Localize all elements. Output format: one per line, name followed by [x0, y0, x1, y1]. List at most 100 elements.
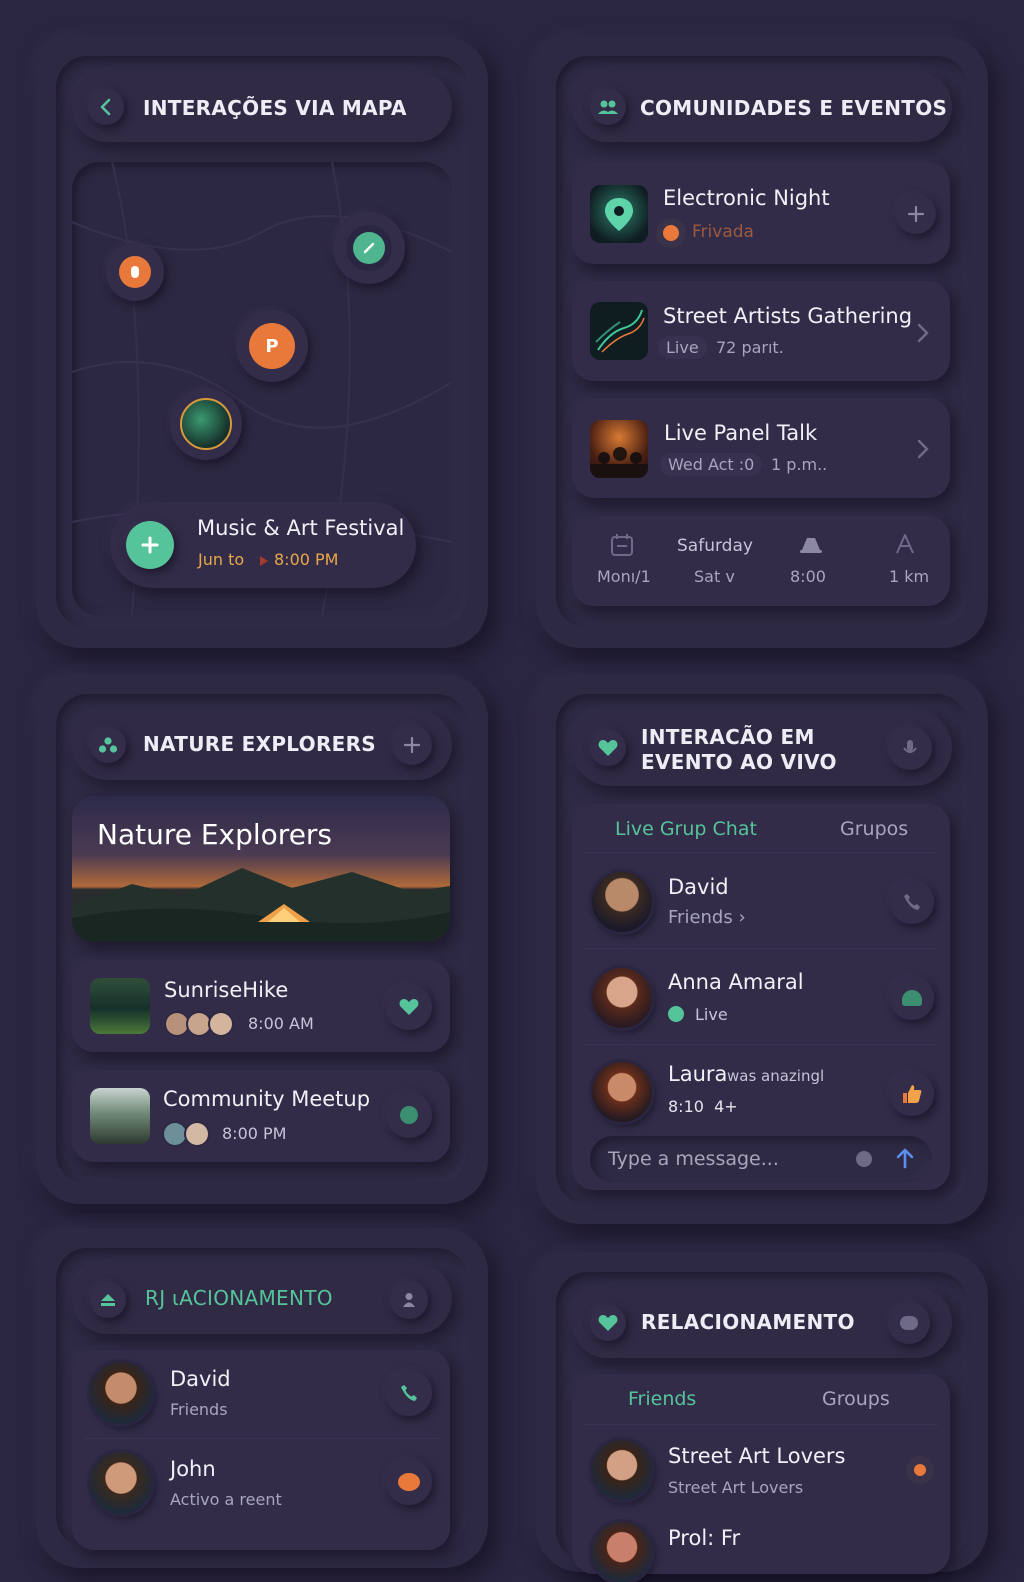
- calendar-icon[interactable]: [609, 532, 635, 558]
- event-date: Jun to: [198, 550, 245, 569]
- community-item-name: Live Panel Talk: [664, 421, 818, 445]
- street-artists-thumbnail: [590, 302, 648, 360]
- map-panel-title: INTERAÇÕES VIA MAPA: [143, 96, 407, 120]
- chat-bubble-icon: [902, 990, 922, 1006]
- community-item-name: Electronic Night: [663, 186, 830, 210]
- unread-dot: [906, 1456, 934, 1484]
- phone-icon: [904, 894, 920, 910]
- clock-icon[interactable]: [798, 532, 824, 554]
- tab-groups[interactable]: Grupos: [840, 818, 908, 840]
- eject-icon: [101, 1294, 115, 1306]
- date-separator-icon: [260, 556, 268, 566]
- community-item-name: Street Artists Gathering: [663, 304, 913, 328]
- contact-subtitle: Activo a reent: [170, 1490, 282, 1509]
- tab-friends[interactable]: Friends: [628, 1388, 696, 1410]
- tab-groups[interactable]: Groups: [822, 1388, 890, 1410]
- live-panel-title-line2: EVENTO AO VIVO: [641, 750, 837, 774]
- chat-bubble-icon: [900, 1316, 918, 1330]
- participant-avatar: [188, 1013, 210, 1035]
- chat-subtitle[interactable]: Friends ›: [668, 907, 746, 928]
- plus-icon: [404, 737, 420, 753]
- participant-avatar: [166, 1013, 188, 1035]
- brush-icon: [353, 232, 385, 264]
- map-pin-parking[interactable]: P: [236, 310, 308, 382]
- chat-name: David: [668, 875, 729, 899]
- banner-title: Nature Explorers: [97, 818, 333, 851]
- electronic-night-thumbnail: [590, 185, 648, 243]
- nature-banner[interactable]: Nature Explorers: [72, 796, 450, 942]
- join-button[interactable]: [896, 194, 936, 234]
- avatar: [90, 1452, 152, 1514]
- chat-button[interactable]: [890, 976, 934, 1020]
- reaction-button[interactable]: [890, 1072, 934, 1116]
- send-arrow-icon[interactable]: [896, 1147, 914, 1169]
- info-day-label: Safurday: [677, 536, 753, 556]
- avatar: [90, 1362, 152, 1424]
- crowd-icon: [590, 447, 648, 478]
- status-button[interactable]: [386, 1092, 432, 1138]
- emoji-dot-icon[interactable]: [856, 1151, 872, 1167]
- live-panel-title-line1: INTERACÃO EM: [641, 725, 815, 749]
- back-button[interactable]: [88, 89, 124, 125]
- favorite-button[interactable]: [590, 1305, 626, 1341]
- microphone-button[interactable]: [888, 726, 932, 770]
- crowd-photo-icon: [180, 398, 232, 450]
- distance-icon[interactable]: [894, 532, 916, 556]
- participant-avatar: [210, 1013, 232, 1035]
- avatar: [592, 1440, 652, 1500]
- profile-button[interactable]: [90, 1282, 126, 1318]
- event-card[interactable]: Music & Art Festival Jun to 8:00 PM: [110, 502, 416, 588]
- plus-icon: [141, 536, 159, 554]
- like-button[interactable]: [386, 984, 432, 1030]
- map-pin-green[interactable]: [333, 212, 405, 284]
- event-date-badge: Wed Act :0: [660, 453, 763, 476]
- event-info-bar: [572, 516, 950, 606]
- info-distance-value: 1 km: [889, 567, 930, 586]
- chat-subtitle: Live: [695, 1005, 728, 1024]
- chat-meta: 8:10 4+: [668, 1097, 738, 1116]
- favorite-button[interactable]: [590, 730, 626, 766]
- paint-swirl-icon: [595, 309, 645, 353]
- map-pin-photo[interactable]: [170, 388, 242, 460]
- call-button[interactable]: [890, 880, 934, 924]
- private-status-dot: [656, 218, 686, 248]
- microphone-icon: [903, 740, 917, 753]
- tabs-divider: [584, 1424, 938, 1425]
- contact-subtitle: Friends: [170, 1400, 228, 1419]
- heart-icon: [598, 1315, 618, 1331]
- map-pin-orange[interactable]: [106, 243, 164, 301]
- chevron-right-icon[interactable]: [916, 322, 930, 344]
- chevron-right-icon[interactable]: [916, 438, 930, 460]
- community-meetup-thumbnail: [90, 1088, 150, 1144]
- info-day-value[interactable]: Sat v: [694, 567, 735, 586]
- contact-name: David: [170, 1367, 231, 1391]
- heart-icon: [399, 999, 419, 1015]
- contact-name: John: [170, 1457, 216, 1481]
- group-subtitle: Street Art Lovers: [668, 1478, 804, 1497]
- group-button[interactable]: [90, 727, 126, 763]
- parking-icon: P: [249, 323, 295, 369]
- plus-icon: [908, 206, 924, 222]
- add-event-button[interactable]: [126, 521, 174, 569]
- chat-name: Anna Amaral: [668, 970, 804, 994]
- nature-item-name: SunriseHike: [164, 978, 289, 1002]
- message-input-placeholder[interactable]: Type a message...: [608, 1148, 779, 1170]
- add-group-button[interactable]: [392, 725, 432, 765]
- live-badge: Live: [658, 336, 707, 359]
- map-pin-icon: [605, 198, 633, 231]
- event-time-label: 1 p.m..: [771, 455, 828, 474]
- user-button[interactable]: [390, 1281, 428, 1319]
- live-panel-thumbnail: [590, 420, 648, 478]
- sunrise-hike-thumbnail: [90, 978, 150, 1034]
- community-button[interactable]: [590, 89, 626, 125]
- communities-panel-title: COMUNIDADES E EVENTOS: [640, 96, 948, 120]
- info-time-value: 8:00: [790, 567, 826, 586]
- orange-dot-icon: [398, 1473, 420, 1491]
- phone-icon: [401, 1385, 417, 1401]
- call-button[interactable]: [386, 1370, 432, 1416]
- menu-button[interactable]: [888, 1302, 930, 1344]
- user-icon: [403, 1293, 415, 1307]
- tab-live-group-chat[interactable]: Live Grup Chat: [615, 818, 757, 840]
- avatar: [592, 968, 652, 1028]
- status-button[interactable]: [386, 1459, 432, 1505]
